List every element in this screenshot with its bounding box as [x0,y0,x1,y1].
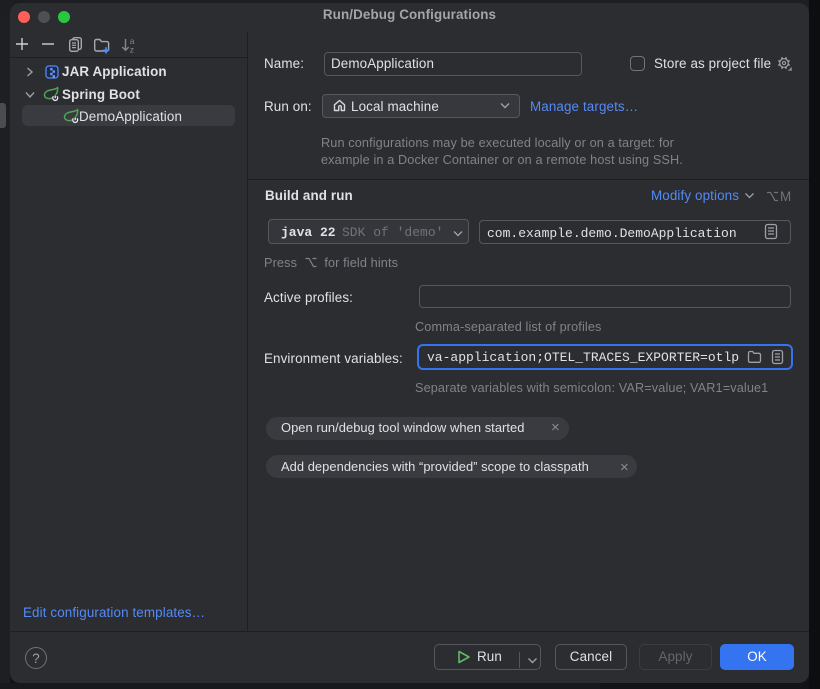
svg-text:z: z [130,45,134,54]
